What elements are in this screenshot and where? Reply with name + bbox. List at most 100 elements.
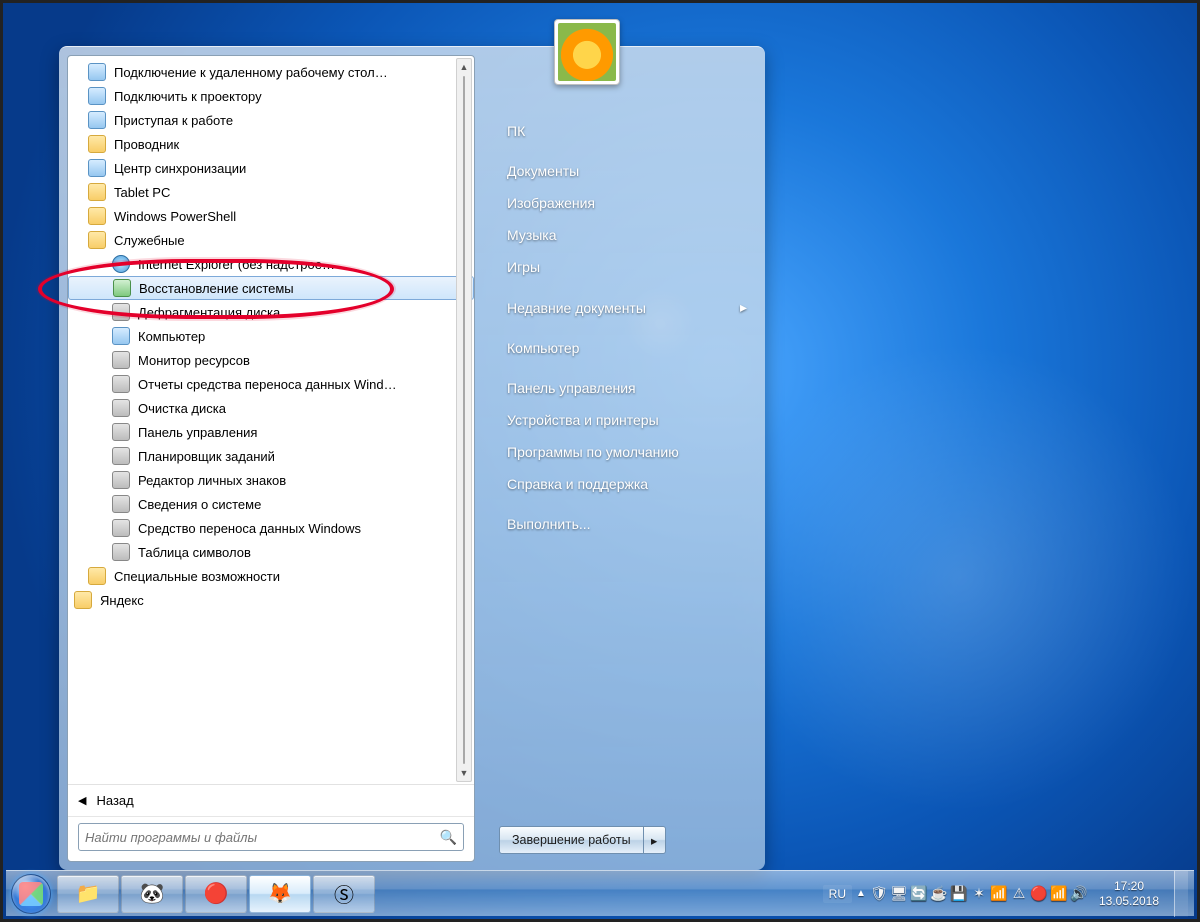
taskbar-app-explorer[interactable]: 📁: [57, 875, 119, 913]
program-item-label: Панель управления: [138, 425, 257, 440]
rightpane-item[interactable]: Программы по умолчанию: [499, 436, 755, 468]
taskbar: 📁🐼🔴🦊Ⓢ RU ▲ 🛡🖥🔄☕💾✶📶⚠🔴📶🔊 17:20 13.05.2018: [6, 870, 1194, 916]
program-item[interactable]: Планировщик заданий: [68, 444, 474, 468]
rightpane-item[interactable]: Игры: [499, 251, 755, 283]
rightpane-item[interactable]: Панель управления: [499, 372, 755, 404]
tray-disk-icon[interactable]: 💾: [950, 885, 968, 903]
start-button[interactable]: [6, 871, 56, 917]
rightpane-item-label: Программы по умолчанию: [507, 444, 679, 460]
app-icon: [88, 111, 106, 129]
program-item[interactable]: Монитор ресурсов: [68, 348, 474, 372]
rightpane-item[interactable]: ПК: [499, 115, 755, 147]
search-box[interactable]: 🔍: [78, 823, 464, 851]
rightpane-item-label: Панель управления: [507, 380, 636, 396]
shutdown-label: Завершение работы: [512, 833, 631, 847]
rightpane-item[interactable]: Справка и поддержка: [499, 468, 755, 500]
program-item[interactable]: Таблица символов: [68, 540, 474, 564]
rightpane-item[interactable]: Недавние документы ▸: [499, 291, 755, 324]
program-item[interactable]: Дефрагментация диска: [68, 300, 474, 324]
rightpane-item[interactable]: Изображения: [499, 187, 755, 219]
program-item[interactable]: Очистка диска: [68, 396, 474, 420]
scroll-up-button[interactable]: ▲: [457, 59, 471, 75]
tool-icon: [112, 303, 130, 321]
submenu-arrow-icon: ▸: [740, 299, 747, 316]
tray-opera-icon[interactable]: 🔴: [1030, 885, 1048, 903]
search-input[interactable]: [85, 830, 440, 845]
program-item[interactable]: Средство переноса данных Windows: [68, 516, 474, 540]
tray-monitor-icon[interactable]: 🖥: [890, 885, 908, 903]
program-item-system-restore[interactable]: Восстановление системы: [68, 276, 474, 300]
program-item-label: Редактор личных знаков: [138, 473, 286, 488]
program-item-label: Дефрагментация диска: [138, 305, 280, 320]
program-item[interactable]: Служебные: [68, 228, 474, 252]
program-item-label: Компьютер: [138, 329, 205, 344]
program-item[interactable]: Приступая к работе: [68, 108, 474, 132]
rightpane-item[interactable]: Документы: [499, 155, 755, 187]
scroll-down-button[interactable]: ▼: [457, 765, 471, 781]
program-item[interactable]: Панель управления: [68, 420, 474, 444]
programs-scrollbar[interactable]: ▲ ▼: [456, 58, 472, 782]
program-item[interactable]: Редактор личных знаков: [68, 468, 474, 492]
program-item[interactable]: Сведения о системе: [68, 492, 474, 516]
program-item-label: Таблица символов: [138, 545, 251, 560]
desktop[interactable]: Подключение к удаленному рабочему стол… П…: [0, 0, 1200, 922]
taskbar-app-firefox[interactable]: 🦊: [249, 875, 311, 913]
rightpane-item[interactable]: Музыка: [499, 219, 755, 251]
rightpane-item[interactable]: Устройства и принтеры: [499, 404, 755, 436]
taskbar-app-opera[interactable]: 🔴: [185, 875, 247, 913]
rightpane-item-label: Игры: [507, 259, 540, 275]
program-item[interactable]: Отчеты средства переноса данных Wind…: [68, 372, 474, 396]
back-button[interactable]: ◀ Назад: [68, 784, 474, 816]
shutdown-button[interactable]: Завершение работы: [499, 826, 644, 854]
system-tray: RU ▲ 🛡🖥🔄☕💾✶📶⚠🔴📶🔊 17:20 13.05.2018: [823, 871, 1194, 916]
rightpane-item-label: Изображения: [507, 195, 595, 211]
taskbar-clock[interactable]: 17:20 13.05.2018: [1090, 879, 1168, 909]
taskbar-separator: [376, 875, 382, 913]
back-arrow-icon: ◀: [78, 794, 86, 807]
taskbar-app-panda[interactable]: 🐼: [121, 875, 183, 913]
tray-overflow-button[interactable]: ▲: [854, 888, 868, 899]
taskbar-app-skype[interactable]: Ⓢ: [313, 875, 375, 913]
program-item-label: Internet Explorer (без надстрое…: [138, 257, 335, 272]
tray-network2-icon[interactable]: 📶: [1050, 885, 1068, 903]
program-item[interactable]: Центр синхронизации: [68, 156, 474, 180]
language-indicator[interactable]: RU: [823, 885, 852, 903]
program-item[interactable]: Специальные возможности: [68, 564, 474, 588]
shutdown-area: Завершение работы ▸: [499, 826, 755, 860]
program-item-label: Подключение к удаленному рабочему стол…: [114, 65, 388, 80]
rightpane-item-label: Компьютер: [507, 340, 579, 356]
explorer-icon: 📁: [76, 882, 100, 906]
chevron-right-icon: ▸: [651, 833, 657, 848]
program-item[interactable]: Компьютер: [68, 324, 474, 348]
program-item[interactable]: Tablet PC: [68, 180, 474, 204]
app-icon: [88, 87, 106, 105]
rightpane-item[interactable]: Компьютер: [499, 332, 755, 364]
tool-icon: [112, 543, 130, 561]
program-item-label: Проводник: [114, 137, 179, 152]
program-item[interactable]: Подключить к проектору: [68, 84, 474, 108]
tray-java-icon[interactable]: ☕: [930, 885, 948, 903]
scroll-thumb[interactable]: [463, 76, 465, 764]
tray-volume-icon[interactable]: 🔊: [1070, 885, 1088, 903]
folder-icon: [88, 567, 106, 585]
tray-warning-icon[interactable]: ⚠: [1010, 885, 1028, 903]
program-item[interactable]: Яндекс: [68, 588, 474, 612]
shutdown-options-button[interactable]: ▸: [644, 826, 666, 854]
taskbar-pinned-apps: 📁 🐼🔴🦊Ⓢ: [56, 875, 376, 913]
tray-av-icon[interactable]: ✶: [970, 885, 988, 903]
rightpane-item-label: Выполнить...: [507, 516, 591, 532]
tray-updates-icon[interactable]: 🔄: [910, 885, 928, 903]
tray-network1-icon[interactable]: 📶: [990, 885, 1008, 903]
program-item-label: Восстановление системы: [139, 281, 294, 296]
rightpane-item-label: Недавние документы: [507, 300, 646, 316]
show-desktop-button[interactable]: [1174, 871, 1188, 917]
tray-shield-icon[interactable]: 🛡: [870, 885, 888, 903]
program-item[interactable]: Проводник: [68, 132, 474, 156]
rightpane-spacer: [499, 500, 755, 508]
program-item-label: Windows PowerShell: [114, 209, 236, 224]
program-item[interactable]: Internet Explorer (без надстрое…: [68, 252, 474, 276]
rightpane-item-label: Документы: [507, 163, 579, 179]
program-item[interactable]: Подключение к удаленному рабочему стол…: [68, 60, 474, 84]
rightpane-item[interactable]: Выполнить...: [499, 508, 755, 540]
program-item[interactable]: Windows PowerShell: [68, 204, 474, 228]
